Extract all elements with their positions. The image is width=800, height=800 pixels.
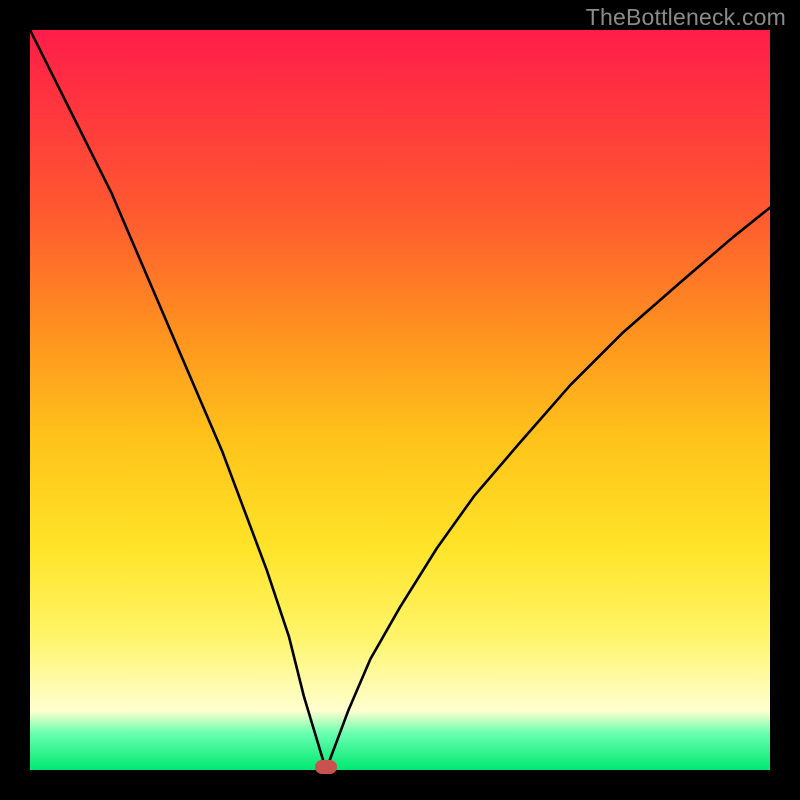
chart-frame: TheBottleneck.com — [0, 0, 800, 800]
minimum-marker — [315, 760, 337, 774]
plot-area — [30, 30, 770, 770]
bottleneck-curve — [30, 30, 770, 770]
watermark-text: TheBottleneck.com — [586, 4, 786, 31]
